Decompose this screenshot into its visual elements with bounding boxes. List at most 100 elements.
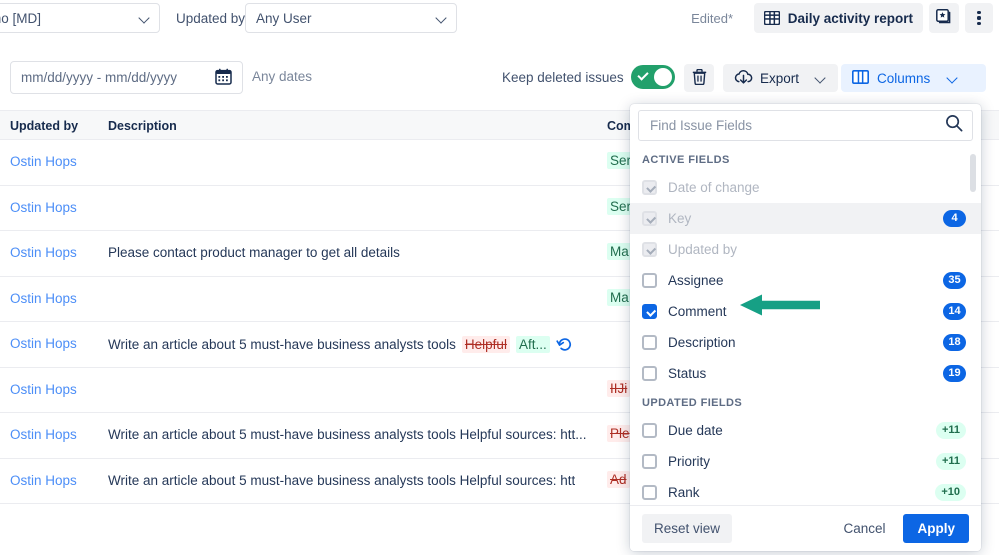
description-added-tag: Aft... <box>515 336 550 353</box>
popup-footer: Reset view Cancel Apply <box>630 505 981 551</box>
comment-tag: Ma <box>607 243 632 260</box>
cell-comment: Ma <box>607 288 632 306</box>
cell-updated-by[interactable]: Ostin Hops <box>10 336 77 351</box>
field-label: Assignee <box>668 273 724 288</box>
popup-scrollbar-thumb[interactable] <box>970 154 976 192</box>
field-count-badge: +11 <box>935 453 966 470</box>
cell-description: Write an article about 5 must-have busin… <box>108 473 575 488</box>
keep-deleted-issues-toggle[interactable] <box>631 65 675 89</box>
export-label: Export <box>760 70 800 86</box>
date-range-input[interactable]: mm/dd/yyyy - mm/dd/yyyy <box>10 61 243 94</box>
app-root: ing Demo [MD] Updated by: Any User Edite… <box>0 0 999 555</box>
field-label: Due date <box>668 423 723 438</box>
updated-by-label: Updated by: <box>176 11 249 26</box>
date-range-placeholder: mm/dd/yyyy - mm/dd/yyyy <box>21 70 178 85</box>
columns-popup: ACTIVE FIELDS Date of change Key 4 Updated b… <box>630 104 981 551</box>
more-options-button[interactable] <box>965 3 993 33</box>
description-text: Write an article about 5 must-have busin… <box>108 337 456 352</box>
field-count-badge: 19 <box>943 365 966 382</box>
checkbox-icon[interactable] <box>642 366 657 381</box>
snapshot-icon <box>936 8 952 28</box>
field-count-badge: 18 <box>943 334 966 351</box>
field-count-badge: 4 <box>943 210 966 227</box>
check-icon <box>637 69 649 81</box>
columns-button[interactable]: Columns <box>841 64 986 92</box>
daily-activity-report-label: Daily activity report <box>787 10 913 26</box>
cell-description: Please contact product manager to get al… <box>108 245 400 260</box>
field-label: Rank <box>668 485 700 500</box>
field-row-key: Key 4 <box>630 203 981 234</box>
delete-button[interactable] <box>684 64 714 92</box>
column-header-description[interactable]: Description <box>108 119 177 133</box>
undo-icon[interactable] <box>556 336 573 353</box>
cancel-button[interactable]: Cancel <box>831 514 897 543</box>
kebab-menu-icon <box>977 10 981 26</box>
keep-deleted-issues-label: Keep deleted issues <box>502 70 624 85</box>
cell-updated-by[interactable]: Ostin Hops <box>10 154 77 169</box>
comment-tag: Ma <box>607 288 632 306</box>
toolbar-filters: mm/dd/yyyy - mm/dd/yyyy Any dates Keep d… <box>0 47 999 102</box>
cell-updated-by[interactable]: Ostin Hops <box>10 427 77 442</box>
edited-status: Edited* <box>691 11 733 26</box>
comment-tag: Ad <box>607 470 630 488</box>
cell-updated-by[interactable]: Ostin Hops <box>10 473 77 488</box>
any-dates-label: Any dates <box>252 69 313 84</box>
search-input[interactable] <box>648 117 945 134</box>
field-row-rank[interactable]: Rank +10 <box>630 477 981 505</box>
apply-button[interactable]: Apply <box>903 514 969 543</box>
chevron-down-icon <box>437 13 448 24</box>
cell-description: Write an article about 5 must-have busin… <box>108 427 586 442</box>
checkbox-icon <box>642 180 657 195</box>
field-label: Updated by <box>668 242 738 257</box>
field-list[interactable]: ACTIVE FIELDS Date of change Key 4 Updated b… <box>630 146 981 505</box>
trash-icon <box>692 68 707 88</box>
cell-comment: IIJi <box>607 379 631 397</box>
field-row-priority[interactable]: Priority +11 <box>630 446 981 477</box>
field-row-description[interactable]: Description 18 <box>630 327 981 358</box>
chevron-down-icon <box>948 73 959 84</box>
cell-updated-by[interactable]: Ostin Hops <box>10 382 77 397</box>
comment-tag: IIJi <box>607 379 631 397</box>
cell-updated-by[interactable]: Ostin Hops <box>10 200 77 215</box>
user-select[interactable]: Any User <box>245 3 457 33</box>
project-select[interactable]: ing Demo [MD] <box>0 3 160 33</box>
checkbox-icon[interactable] <box>642 485 657 500</box>
cell-comment: Ma <box>607 243 632 260</box>
snapshot-button[interactable] <box>929 3 959 33</box>
description-text: Please contact product manager to get al… <box>108 245 400 260</box>
description-deleted-tag: Helpful <box>461 336 510 353</box>
field-row-status[interactable]: Status 19 <box>630 358 981 389</box>
checkbox-icon[interactable] <box>642 454 657 469</box>
cloud-download-icon <box>734 69 753 88</box>
column-header-updated-by[interactable]: Updated by <box>10 119 78 133</box>
daily-activity-report-button[interactable]: Daily activity report <box>753 3 923 33</box>
checkbox-icon[interactable] <box>642 335 657 350</box>
field-count-badge: +10 <box>935 484 966 501</box>
field-label: Key <box>668 211 692 226</box>
search-icon[interactable] <box>945 114 963 137</box>
chevron-down-icon <box>816 73 827 84</box>
field-row-due-date[interactable]: Due date +11 <box>630 415 981 446</box>
toolbar-primary: ing Demo [MD] Updated by: Any User Edite… <box>0 0 999 47</box>
field-row-updated-by: Updated by <box>630 234 981 265</box>
export-button[interactable]: Export <box>723 64 839 92</box>
cell-updated-by[interactable]: Ostin Hops <box>10 291 77 306</box>
field-label: Status <box>668 366 707 381</box>
reset-view-button[interactable]: Reset view <box>642 514 733 543</box>
field-label: Date of change <box>668 180 760 195</box>
checkbox-icon[interactable] <box>642 304 657 319</box>
find-issue-fields-search[interactable] <box>638 110 973 141</box>
checkbox-icon[interactable] <box>642 273 657 288</box>
description-text: Write an article about 5 must-have busin… <box>108 427 587 442</box>
grid-icon <box>763 11 780 25</box>
cell-comment: Ad <box>607 470 630 488</box>
field-label: Description <box>668 335 736 350</box>
field-row-date-of-change: Date of change <box>630 172 981 203</box>
field-group-title: ACTIVE FIELDS <box>642 154 730 166</box>
field-count-badge: +11 <box>935 422 966 439</box>
toggle-knob <box>654 68 672 86</box>
calendar-icon[interactable] <box>215 68 232 88</box>
cell-updated-by[interactable]: Ostin Hops <box>10 245 77 260</box>
checkbox-icon[interactable] <box>642 423 657 438</box>
comment-tag: Ple <box>607 425 633 442</box>
